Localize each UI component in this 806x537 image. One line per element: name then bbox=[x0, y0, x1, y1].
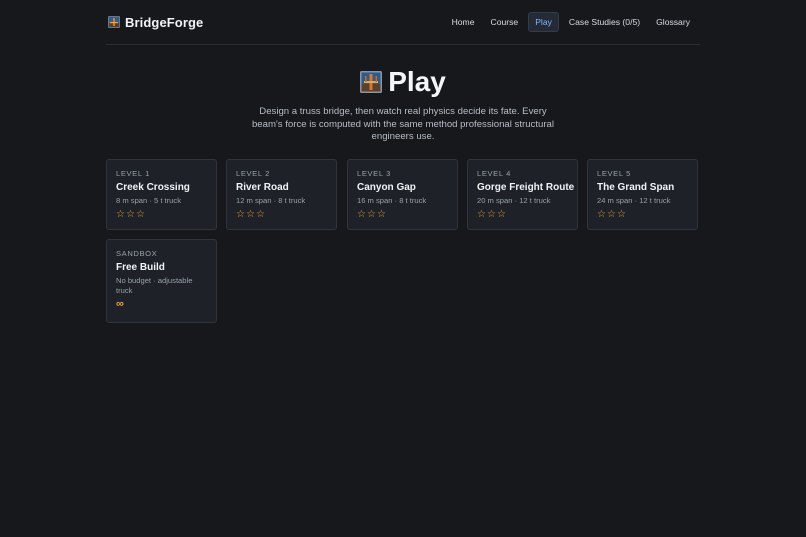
level-tag: LEVEL 5 bbox=[597, 169, 631, 178]
nav-glossary[interactable]: Glossary bbox=[650, 12, 696, 32]
level-title: Creek Crossing bbox=[116, 182, 190, 193]
bridge-construction-icon bbox=[360, 71, 383, 93]
star-outline-icon: ☆ bbox=[616, 209, 626, 220]
sandbox-card[interactable]: SANDBOX Free Build No budget · adjustabl… bbox=[106, 239, 217, 323]
star-rating: ☆ ☆ ☆ bbox=[597, 209, 688, 220]
star-rating: ☆ ☆ ☆ bbox=[357, 209, 448, 220]
level-title: River Road bbox=[236, 182, 289, 193]
level-card-1[interactable]: LEVEL 1 Creek Crossing 8 m span · 5 t tr… bbox=[106, 159, 217, 230]
level-card-2[interactable]: LEVEL 2 River Road 12 m span · 8 t truck… bbox=[226, 159, 337, 230]
star-outline-icon: ☆ bbox=[116, 209, 125, 220]
level-title: Gorge Freight Route bbox=[477, 182, 575, 193]
infinity-icon: ∞ bbox=[116, 298, 124, 310]
star-outline-icon: ☆ bbox=[496, 209, 506, 220]
level-meta: 16 m span · 8 t truck bbox=[357, 196, 427, 205]
sandbox-title: Free Build bbox=[116, 262, 165, 273]
star-outline-icon: ☆ bbox=[597, 209, 606, 220]
level-card-4[interactable]: LEVEL 4 Gorge Freight Route 20 m span · … bbox=[467, 159, 578, 230]
page-title-text: Play bbox=[388, 66, 446, 97]
brand-name: BridgeForge bbox=[125, 14, 204, 30]
page-title: Play bbox=[0, 66, 806, 98]
bridge-logo-icon bbox=[108, 16, 120, 28]
level-tag: LEVEL 3 bbox=[357, 169, 391, 178]
star-outline-icon: ☆ bbox=[236, 209, 245, 220]
level-meta: 20 m span · 12 t truck bbox=[477, 196, 551, 205]
star-outline-icon: ☆ bbox=[125, 209, 135, 220]
level-tag: LEVEL 4 bbox=[477, 169, 511, 178]
level-tag: LEVEL 1 bbox=[116, 169, 150, 178]
nav-home[interactable]: Home bbox=[446, 12, 481, 32]
level-card-3[interactable]: LEVEL 3 Canyon Gap 16 m span · 8 t truck… bbox=[347, 159, 458, 230]
star-rating: ☆ ☆ ☆ bbox=[236, 209, 327, 220]
star-outline-icon: ☆ bbox=[357, 209, 366, 220]
brand[interactable]: BridgeForge bbox=[108, 15, 203, 30]
level-title: Canyon Gap bbox=[357, 182, 416, 193]
page: BridgeForge Home Course Play Case Studie… bbox=[0, 0, 806, 537]
level-meta: 8 m span · 5 t truck bbox=[116, 196, 181, 205]
star-rating: ☆ ☆ ☆ bbox=[116, 209, 207, 220]
star-outline-icon: ☆ bbox=[606, 209, 616, 220]
star-outline-icon: ☆ bbox=[245, 209, 255, 220]
sandbox-tag: SANDBOX bbox=[116, 249, 158, 258]
star-outline-icon: ☆ bbox=[477, 209, 486, 220]
star-outline-icon: ☆ bbox=[376, 209, 386, 220]
star-outline-icon: ☆ bbox=[366, 209, 376, 220]
nav-play[interactable]: Play bbox=[528, 12, 559, 32]
sandbox-meta: No budget · adjustable truck bbox=[116, 276, 193, 295]
star-outline-icon: ☆ bbox=[135, 209, 145, 220]
page-description: Design a truss bridge, then watch real p… bbox=[251, 106, 555, 142]
star-outline-icon: ☆ bbox=[255, 209, 265, 220]
top-header: BridgeForge Home Course Play Case Studie… bbox=[106, 0, 700, 45]
nav-course[interactable]: Course bbox=[485, 12, 525, 32]
nav-case-studies[interactable]: Case Studies (0/5) bbox=[563, 12, 646, 32]
star-outline-icon: ☆ bbox=[486, 209, 496, 220]
main-nav: Home Course Play Case Studies (0/5) Glos… bbox=[446, 12, 696, 32]
level-meta: 24 m span · 12 t truck bbox=[597, 196, 671, 205]
star-rating: ☆ ☆ ☆ bbox=[477, 209, 568, 220]
level-card-5[interactable]: LEVEL 5 The Grand Span 24 m span · 12 t … bbox=[587, 159, 698, 230]
level-title: The Grand Span bbox=[597, 182, 675, 193]
level-tag: LEVEL 2 bbox=[236, 169, 270, 178]
level-meta: 12 m span · 8 t truck bbox=[236, 196, 306, 205]
